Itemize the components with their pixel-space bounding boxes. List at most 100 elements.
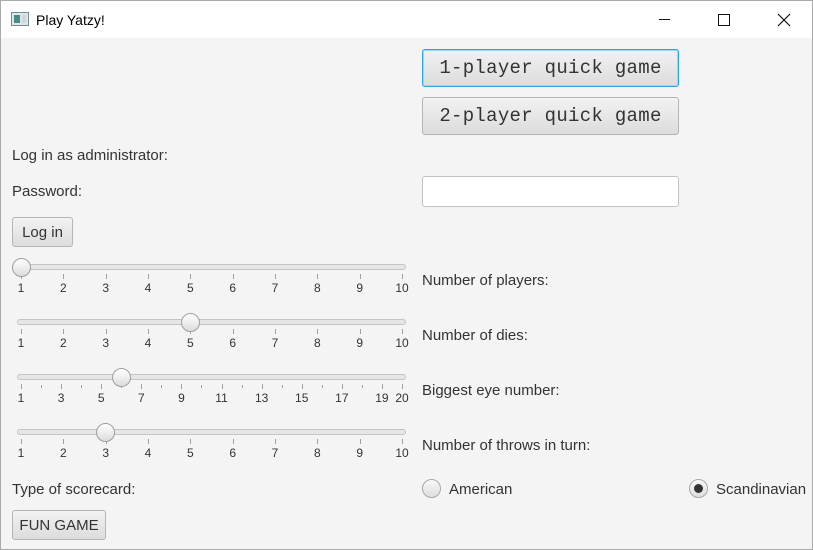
slider-tick xyxy=(61,384,63,389)
slider-tick-label: 9 xyxy=(356,336,363,350)
slider-thumb[interactable] xyxy=(96,423,116,442)
eye-number-slider[interactable]: 1 3 5 7 9 11 13 15 17 19 20 xyxy=(17,368,409,412)
slider-tick xyxy=(402,274,403,279)
slider-tick-label: 7 xyxy=(271,446,279,460)
scandinavian-radio-label[interactable]: Scandinavian xyxy=(716,481,806,498)
password-input[interactable] xyxy=(422,176,679,207)
slider-tick xyxy=(21,329,22,334)
window-title: Play Yatzy! xyxy=(36,12,105,28)
slider-tick-label: 7 xyxy=(271,281,279,295)
slider-tick-label: 1 xyxy=(17,391,25,405)
slider-tick xyxy=(275,439,276,444)
slider-tick xyxy=(402,329,403,334)
players-slider[interactable]: 1 2 3 4 5 6 7 8 9 10 xyxy=(11,258,409,302)
slider-tick xyxy=(190,274,192,279)
one-player-quick-game-button[interactable]: 1-player quick game xyxy=(422,49,679,87)
slider-tick-label: 1 xyxy=(17,281,25,295)
slider-tick xyxy=(148,439,149,444)
slider-tick-label: 10 xyxy=(395,446,409,460)
scandinavian-radio[interactable] xyxy=(689,479,708,498)
slider-tick-label: 1 xyxy=(17,336,25,350)
slider-tick-label: 9 xyxy=(356,446,363,460)
slider-tick-label: 2 xyxy=(59,281,67,295)
slider-track[interactable] xyxy=(17,264,406,270)
slider-tick-label: 4 xyxy=(144,281,152,295)
slider-tick xyxy=(63,274,65,279)
slider-thumb[interactable] xyxy=(111,368,131,387)
slider-tick-label: 5 xyxy=(186,336,194,350)
slider-tick-label: 2 xyxy=(59,336,67,350)
slider-tick xyxy=(221,384,223,389)
slider-tick-label: 1 xyxy=(17,446,25,460)
throws-slider[interactable]: 1 2 3 4 5 6 7 8 9 10 xyxy=(17,423,409,467)
slider-tick-label: 3 xyxy=(102,281,109,295)
slider-thumb[interactable] xyxy=(180,313,200,332)
slider-tick-label: 9 xyxy=(178,391,185,405)
slider-tick-label: 17 xyxy=(335,391,349,405)
slider-tick xyxy=(301,384,303,389)
slider-tick-label: 3 xyxy=(57,391,65,405)
minimize-button[interactable] xyxy=(641,1,687,38)
slider-tick xyxy=(359,274,361,279)
eye-number-slider-label: Biggest eye number: xyxy=(422,382,560,399)
slider-tick xyxy=(317,329,319,334)
dice-slider[interactable]: 1 2 3 4 5 6 7 8 9 10 xyxy=(17,313,409,357)
slider-tick-label: 3 xyxy=(102,446,109,460)
slider-minor-tick xyxy=(81,385,83,388)
slider-tick xyxy=(402,384,403,389)
slider-tick xyxy=(261,384,263,389)
american-radio[interactable] xyxy=(422,479,441,498)
slider-tick-label: 6 xyxy=(229,336,236,350)
slider-tick xyxy=(317,439,319,444)
slider-tick-label: 5 xyxy=(186,281,194,295)
slider-tick-label: 7 xyxy=(271,336,279,350)
slider-tick xyxy=(63,329,65,334)
slider-tick-label: 3 xyxy=(102,336,109,350)
slider-tick xyxy=(21,384,22,389)
slider-track[interactable] xyxy=(17,374,406,380)
slider-track[interactable] xyxy=(17,429,406,435)
slider-tick-label: 8 xyxy=(313,446,321,460)
slider-tick-label: 4 xyxy=(144,446,152,460)
slider-tick xyxy=(232,274,234,279)
slider-tick-label: 11 xyxy=(215,391,228,405)
slider-tick-label: 10 xyxy=(395,336,409,350)
admin-login-heading: Log in as administrator: xyxy=(12,147,168,164)
slider-minor-tick xyxy=(241,385,243,388)
two-player-quick-game-button[interactable]: 2-player quick game xyxy=(422,97,679,135)
slider-tick-label: 8 xyxy=(313,336,321,350)
fun-game-button[interactable]: FUN GAME xyxy=(12,510,106,540)
maximize-button[interactable] xyxy=(701,1,747,38)
slider-tick-label: 8 xyxy=(313,281,321,295)
slider-minor-tick xyxy=(201,385,203,388)
app-icon xyxy=(11,12,29,26)
slider-tick xyxy=(21,439,22,444)
close-button[interactable] xyxy=(761,1,807,38)
slider-tick-label: 5 xyxy=(186,446,194,460)
slider-minor-tick xyxy=(41,385,43,388)
american-radio-label[interactable]: American xyxy=(449,481,512,498)
slider-tick-label: 6 xyxy=(229,281,236,295)
scorecard-type-label: Type of scorecard: xyxy=(12,481,136,498)
slider-tick xyxy=(341,384,343,389)
slider-tick-label: 2 xyxy=(59,446,67,460)
throws-slider-label: Number of throws in turn: xyxy=(422,437,591,454)
slider-tick xyxy=(101,384,103,389)
slider-track[interactable] xyxy=(17,319,406,325)
slider-thumb[interactable] xyxy=(11,258,31,277)
slider-tick xyxy=(275,329,276,334)
slider-tick-label: 13 xyxy=(254,391,269,405)
slider-tick-label: 5 xyxy=(97,391,105,405)
slider-tick xyxy=(141,384,143,389)
slider-minor-tick xyxy=(321,385,323,388)
slider-minor-tick xyxy=(161,385,163,388)
main-panel: 1-player quick game 2-player quick game … xyxy=(1,38,812,549)
slider-tick xyxy=(317,274,319,279)
login-button[interactable]: Log in xyxy=(12,217,73,247)
slider-tick-label: 20 xyxy=(395,391,409,405)
slider-tick xyxy=(181,384,183,389)
slider-tick-label: 9 xyxy=(356,281,363,295)
title-bar[interactable]: Play Yatzy! xyxy=(1,1,812,38)
slider-tick-label: 7 xyxy=(137,391,145,405)
slider-tick xyxy=(105,329,107,334)
